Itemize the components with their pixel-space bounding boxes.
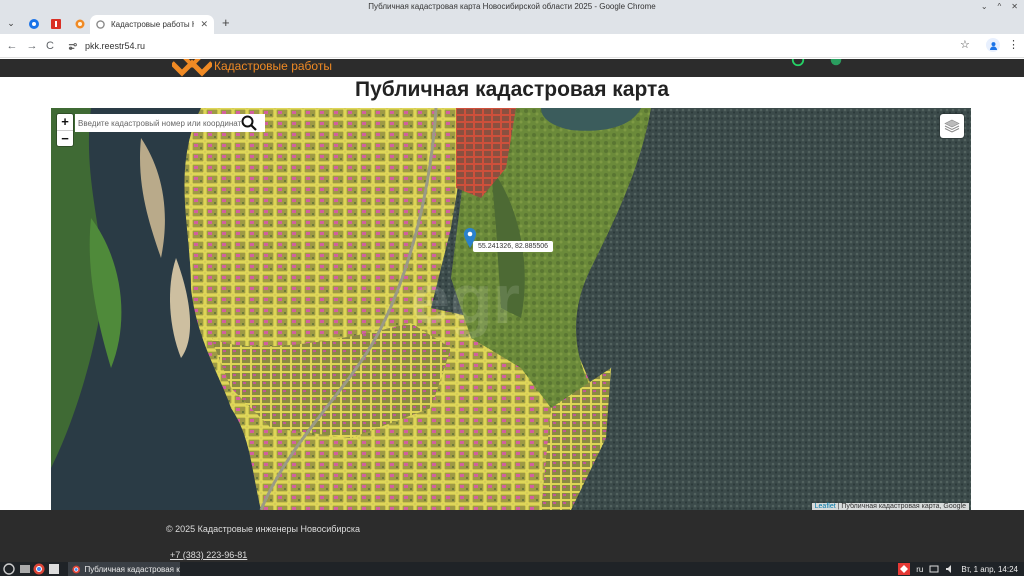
volume-icon[interactable] — [945, 564, 955, 574]
orange-app-icon — [75, 19, 85, 29]
reload-button[interactable]: C — [42, 38, 58, 54]
coordinates-popup: 55.241326, 82.885506 — [473, 241, 554, 252]
person-icon — [989, 41, 997, 50]
chrome-small-icon — [72, 565, 81, 573]
tab-search-dropdown[interactable]: ⌄ — [4, 16, 18, 30]
site-name[interactable]: Кадастровые работы — [214, 59, 332, 73]
svg-text:egr: egr — [411, 260, 520, 338]
cadastral-search-input[interactable] — [75, 115, 241, 131]
site-footer: © 2025 Кадастровые инженеры Новосибирска… — [0, 510, 1024, 562]
copyright-text: © 2025 Кадастровые инженеры Новосибирска — [166, 524, 361, 534]
map-search-box — [75, 114, 265, 132]
satellite-map-tiles[interactable]: egr — [51, 108, 971, 510]
new-tab-button[interactable]: + — [222, 16, 230, 30]
tab-title: Кадастровые работы Новосиб... — [111, 20, 194, 29]
window-titlebar: Публичная кадастровая карта Новосибирско… — [0, 0, 1024, 13]
back-button[interactable]: ← — [4, 38, 20, 54]
browser-toolbar: ← → C pkk.reestr54.ru ☆ ⋮ — [0, 34, 1024, 58]
address-bar[interactable]: pkk.reestr54.ru — [60, 36, 980, 56]
keyboard-layout[interactable]: ru — [916, 565, 923, 574]
window-title: Публичная кадастровая карта Новосибирско… — [368, 2, 656, 11]
leaflet-link[interactable]: Leaflet — [815, 503, 836, 510]
minimize-button[interactable]: ⌄ — [981, 0, 988, 13]
chrome-icon[interactable] — [33, 563, 45, 575]
messenger-icon[interactable] — [828, 59, 844, 67]
attribution-text: | Публичная кадастровая карта, Google — [835, 503, 966, 510]
forward-button[interactable]: → — [24, 38, 40, 54]
red-app-icon — [51, 19, 61, 29]
layers-icon — [944, 119, 960, 133]
cadastral-map[interactable]: egr + − 55.241326, 82.885506 Leaflet | П… — [51, 108, 971, 510]
tab-strip: ⌄ Кадастровые работы Новосиб... ✕ + — [0, 13, 1024, 34]
search-icon[interactable] — [241, 115, 257, 131]
terminal-icon[interactable] — [48, 563, 60, 575]
network-icon[interactable] — [929, 564, 939, 574]
zoom-control: + − — [57, 114, 73, 146]
blue-app-icon — [29, 19, 39, 29]
close-tab-icon[interactable]: ✕ — [200, 19, 208, 30]
close-window-button[interactable]: ✕ — [1011, 0, 1018, 13]
site-header: Кадастровые работы — [0, 59, 1024, 77]
clock[interactable]: Вт, 1 апр, 14:24 — [961, 565, 1018, 574]
zoom-in-button[interactable]: + — [57, 114, 73, 130]
pinned-tab-1[interactable] — [26, 16, 42, 32]
browser-menu-icon[interactable]: ⋮ — [1008, 38, 1019, 51]
pinned-tab-2[interactable] — [48, 16, 64, 32]
bookmark-star-icon[interactable]: ☆ — [960, 38, 970, 51]
start-menu-icon[interactable] — [3, 563, 15, 575]
site-logo-icon[interactable] — [172, 59, 212, 77]
file-manager-icon[interactable] — [19, 563, 31, 575]
whatsapp-icon[interactable] — [790, 59, 806, 67]
phone-link[interactable]: +7 (383) 223-96-81 — [170, 550, 247, 560]
profile-avatar[interactable] — [986, 38, 1000, 52]
layers-control[interactable] — [940, 114, 964, 138]
maximize-button[interactable]: ^ — [998, 0, 1002, 13]
zoom-out-button[interactable]: − — [57, 130, 73, 146]
anydesk-icon[interactable] — [898, 563, 911, 575]
page-favicon-icon — [96, 20, 105, 29]
url-text[interactable]: pkk.reestr54.ru — [85, 41, 145, 51]
taskbar-chrome-window[interactable]: Публичная кадастровая к... — [68, 562, 180, 576]
os-taskbar: Публичная кадастровая к... ru Вт, 1 апр,… — [0, 562, 1024, 576]
site-info-icon — [68, 42, 77, 50]
tab-active[interactable]: Кадастровые работы Новосиб... ✕ — [90, 15, 214, 34]
system-tray: ru Вт, 1 апр, 14:24 — [898, 562, 1018, 576]
map-attribution: Leaflet | Публичная кадастровая карта, G… — [811, 503, 969, 510]
page-title: Публичная кадастровая карта — [354, 78, 670, 101]
taskbar-task-title: Публичная кадастровая к... — [84, 564, 180, 574]
pinned-tab-3[interactable] — [72, 16, 88, 32]
